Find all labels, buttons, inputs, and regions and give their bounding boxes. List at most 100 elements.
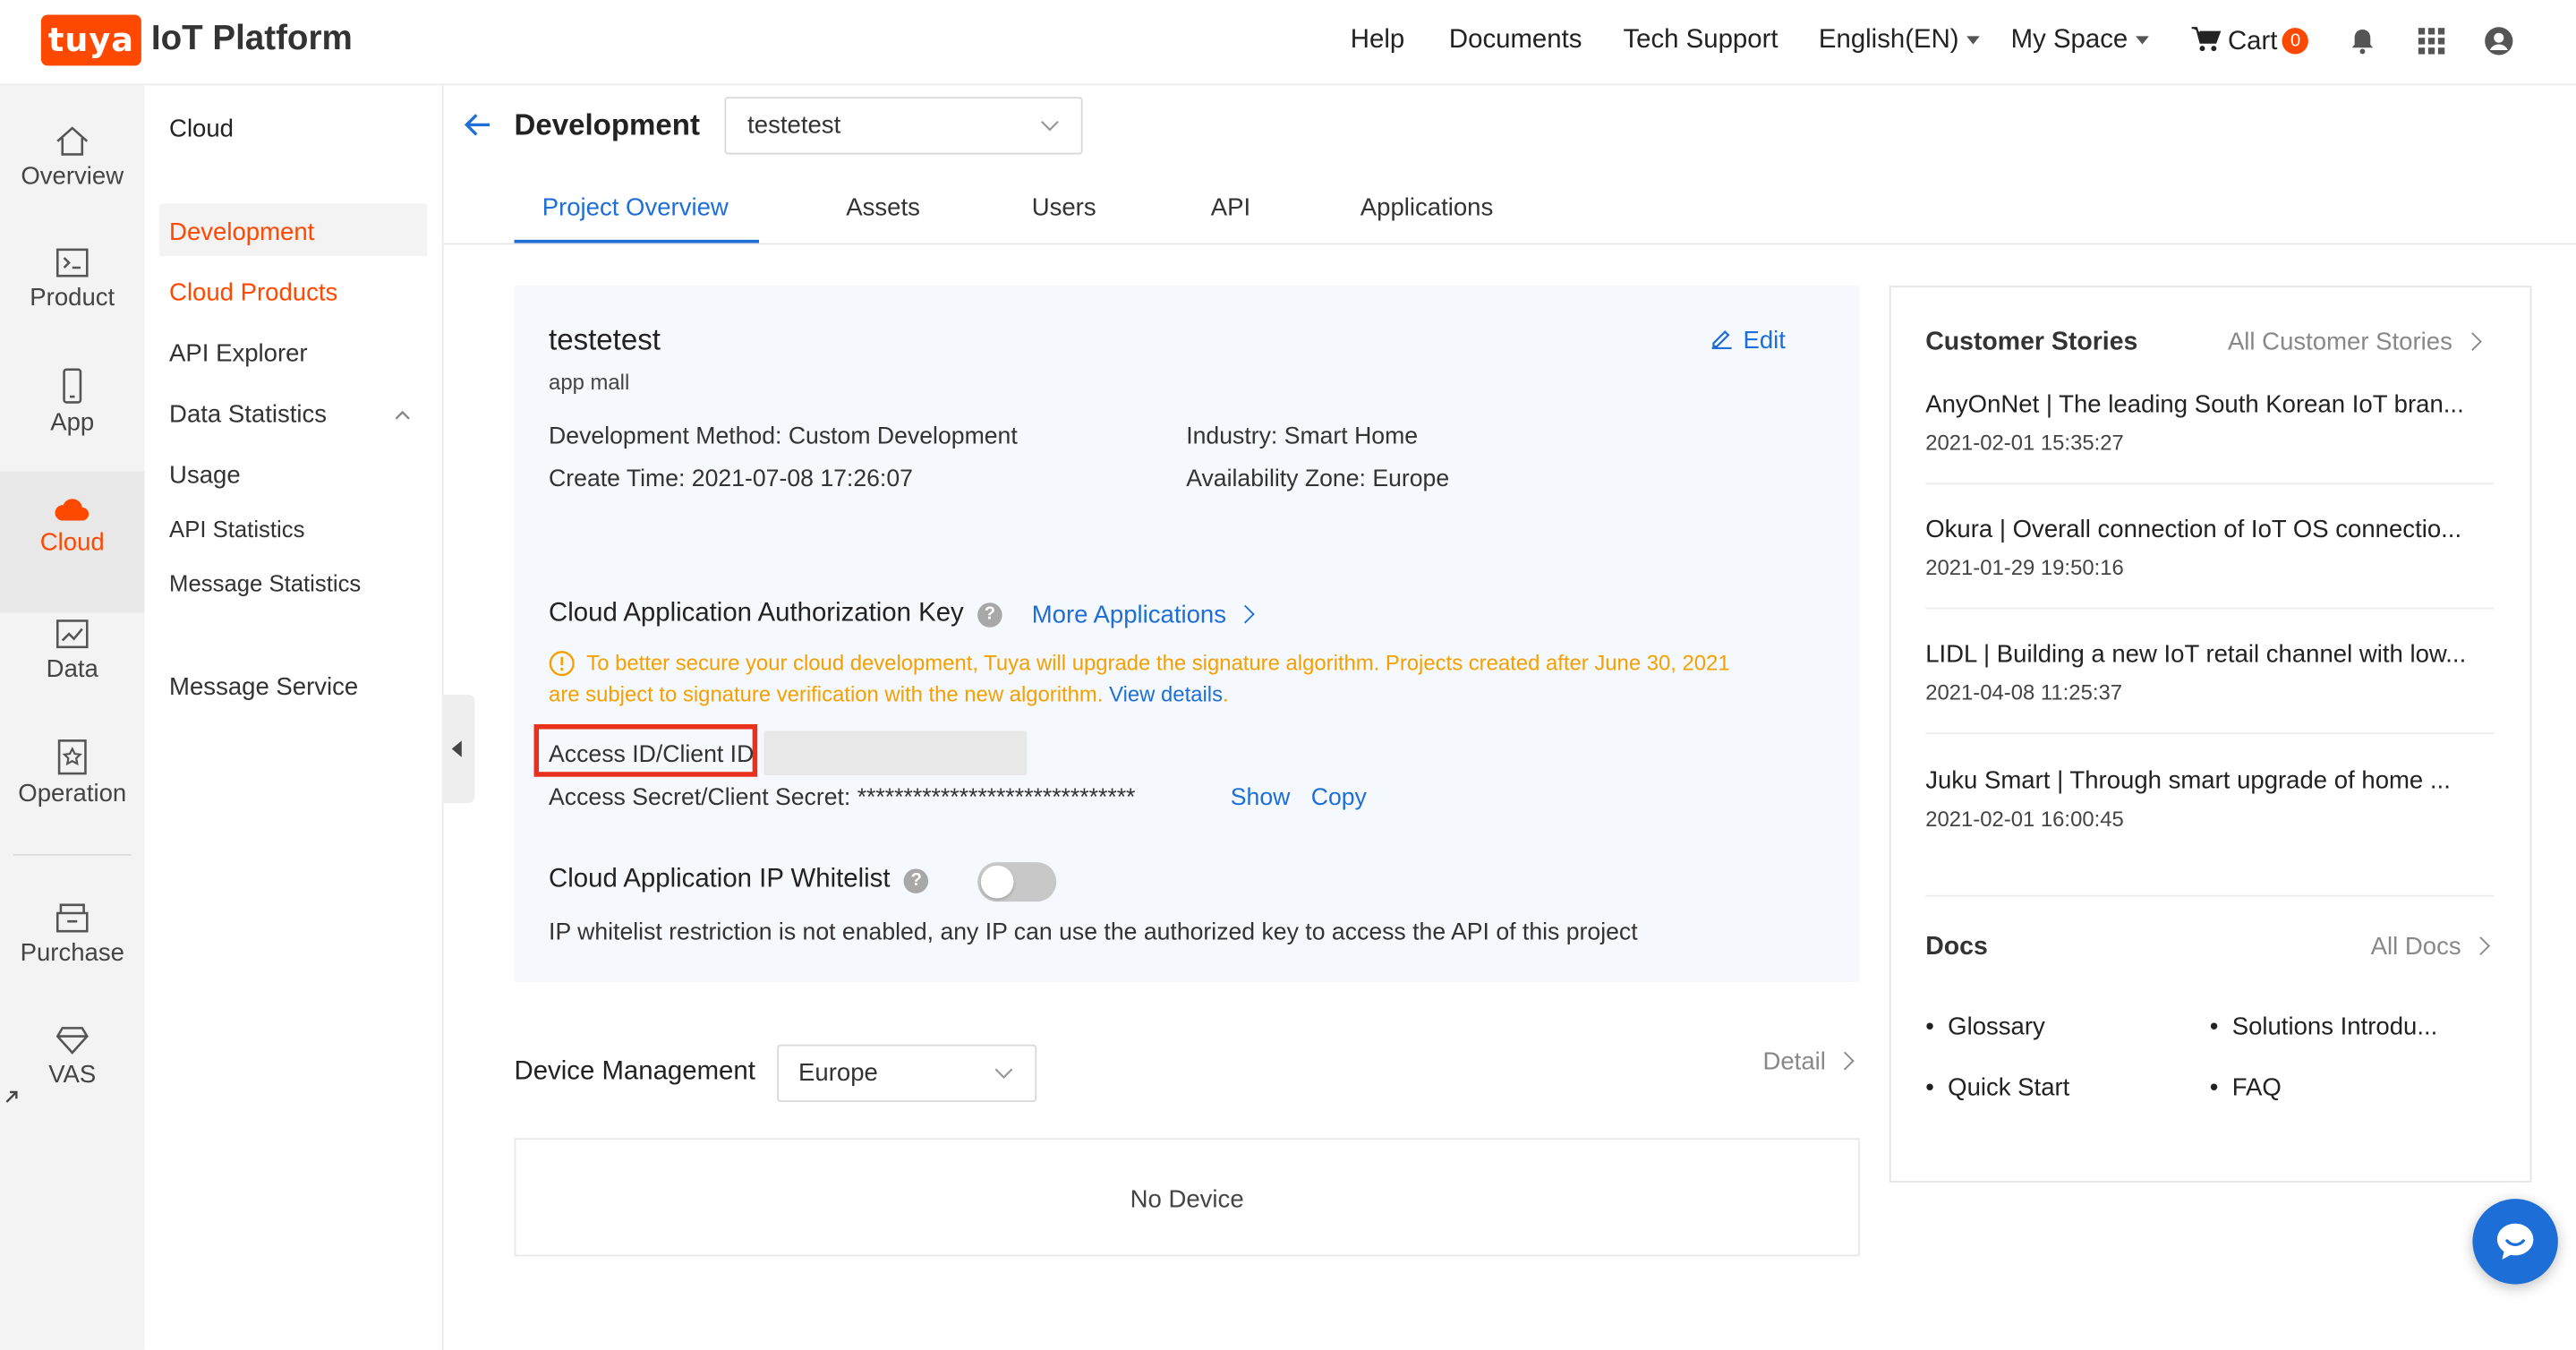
cart-link[interactable]: Cart 0 bbox=[2191, 26, 2309, 57]
access-id-masked-value bbox=[763, 731, 1028, 775]
my-space-label: My Space bbox=[2010, 26, 2128, 55]
story-title[interactable]: Okura | Overall connection of IoT OS con… bbox=[1925, 516, 2492, 543]
story-title[interactable]: Juku Smart | Through smart upgrade of ho… bbox=[1925, 767, 2492, 795]
project-select[interactable]: testetest bbox=[724, 97, 1083, 155]
tab-users[interactable]: Users bbox=[1032, 193, 1096, 221]
project-name: testetest bbox=[549, 323, 661, 357]
device-list: No Device bbox=[514, 1138, 1860, 1257]
warning-line-2: are subject to signature verification wi… bbox=[549, 681, 1229, 706]
nav-purchase[interactable]: Purchase bbox=[0, 901, 145, 1020]
nav-app[interactable]: App bbox=[0, 368, 145, 486]
device-detail-label: Detail bbox=[1762, 1047, 1826, 1076]
nav-cloud-label: Cloud bbox=[39, 528, 105, 557]
sidebar-item-api-explorer[interactable]: API Explorer bbox=[169, 340, 308, 368]
cloud-icon bbox=[55, 499, 90, 521]
nav-overview[interactable]: Overview bbox=[0, 124, 145, 243]
help-link[interactable]: Help bbox=[1351, 26, 1404, 56]
nav-cloud[interactable]: Cloud bbox=[0, 471, 145, 613]
nav-operation[interactable]: Operation bbox=[0, 739, 145, 858]
doc-link-label: Quick Start bbox=[1948, 1073, 2070, 1102]
doc-link-label: FAQ bbox=[2231, 1073, 2282, 1102]
documents-link[interactable]: Documents bbox=[1449, 26, 1582, 56]
region-select[interactable]: Europe bbox=[777, 1044, 1037, 1102]
story-divider bbox=[1925, 732, 2495, 735]
nav-product[interactable]: Product bbox=[0, 246, 145, 364]
empty-device-message: No Device bbox=[1130, 1185, 1244, 1214]
tab-assets[interactable]: Assets bbox=[846, 193, 920, 221]
help-icon[interactable]: ? bbox=[904, 868, 929, 893]
tab-api[interactable]: API bbox=[1211, 193, 1250, 221]
all-customer-stories-link[interactable]: All Customer Stories bbox=[2227, 328, 2482, 357]
nav-data-label: Data bbox=[46, 654, 98, 684]
tab-applications[interactable]: Applications bbox=[1361, 193, 1493, 221]
docs-title: Docs bbox=[1925, 932, 1988, 961]
tuya-logo[interactable]: tuya bbox=[40, 14, 141, 66]
sidebar-item-message-statistics[interactable]: Message Statistics bbox=[169, 570, 361, 596]
help-icon[interactable]: ? bbox=[977, 602, 1002, 628]
ip-whitelist-title: Cloud Application IP Whitelist ? bbox=[549, 865, 929, 895]
story-divider bbox=[1925, 483, 2495, 485]
doc-link-label: Solutions Introdu... bbox=[2231, 1012, 2438, 1042]
doc-link-quick-start[interactable]: • Quick Start bbox=[1925, 1074, 2069, 1102]
story-title[interactable]: AnyOnNet | The leading South Korean IoT … bbox=[1925, 391, 2492, 419]
sidebar-item-api-statistics[interactable]: API Statistics bbox=[169, 516, 304, 542]
edit-label: Edit bbox=[1743, 327, 1786, 355]
doc-link-solutions[interactable]: • Solutions Introdu... bbox=[2210, 1013, 2438, 1041]
doc-link-faq[interactable]: • FAQ bbox=[2210, 1074, 2282, 1102]
pencil-icon bbox=[1711, 330, 1732, 350]
my-space-dropdown[interactable]: My Space bbox=[2010, 26, 2150, 56]
chevron-right-icon bbox=[2462, 332, 2482, 351]
access-id-label: Access ID/Client ID bbox=[549, 742, 755, 769]
region-select-value: Europe bbox=[798, 1059, 878, 1088]
bell-icon[interactable] bbox=[2348, 26, 2377, 56]
active-tab-indicator bbox=[514, 239, 760, 244]
nav-operation-label: Operation bbox=[18, 780, 127, 808]
apps-grid-icon[interactable] bbox=[2417, 26, 2446, 56]
access-secret-label: Access Secret/Client Secret: ***********… bbox=[549, 784, 1136, 812]
view-details-link[interactable]: View details bbox=[1109, 681, 1223, 706]
all-customer-stories-label: All Customer Stories bbox=[2227, 328, 2452, 357]
sidebar-item-development[interactable]: Development bbox=[169, 218, 314, 246]
all-docs-link[interactable]: All Docs bbox=[2371, 933, 2491, 961]
ip-whitelist-toggle[interactable] bbox=[977, 862, 1057, 902]
device-management-title: Device Management bbox=[514, 1057, 755, 1086]
nav-data[interactable]: Data bbox=[0, 618, 145, 736]
project-subtitle: app mall bbox=[549, 369, 630, 395]
data-statistics-label: Data Statistics bbox=[169, 400, 328, 429]
tabs-divider bbox=[443, 243, 2576, 245]
sidebar-collapse-toggle[interactable] bbox=[441, 694, 475, 804]
tab-project-overview[interactable]: Project Overview bbox=[542, 193, 729, 221]
caret-down-icon bbox=[1966, 36, 1981, 46]
more-applications-link[interactable]: More Applications bbox=[1032, 601, 1256, 629]
copy-secret-button[interactable]: Copy bbox=[1311, 785, 1367, 811]
chevron-up-icon[interactable] bbox=[395, 409, 411, 421]
device-detail-link[interactable]: Detail bbox=[1762, 1047, 1855, 1076]
chat-support-button[interactable] bbox=[2472, 1199, 2558, 1285]
external-link-icon bbox=[5, 1090, 18, 1103]
back-arrow-icon[interactable] bbox=[464, 110, 493, 140]
chevron-down-icon bbox=[1040, 120, 1059, 132]
doc-link-glossary[interactable]: • Glossary bbox=[1925, 1013, 2045, 1041]
sidebar-section-title: Cloud bbox=[169, 115, 235, 143]
cart-icon bbox=[2191, 27, 2222, 52]
sidebar-item-data-statistics[interactable]: Data Statistics bbox=[169, 401, 327, 429]
story-title[interactable]: LIDL | Building a new IoT retail channel… bbox=[1925, 640, 2492, 668]
edit-project-button[interactable]: Edit bbox=[1710, 327, 1786, 355]
sidebar-item-usage[interactable]: Usage bbox=[169, 461, 241, 489]
story-divider bbox=[1925, 607, 2495, 610]
section-divider bbox=[1925, 894, 2495, 897]
main-nav-rail: Overview Product App Cloud Data Operatio… bbox=[0, 85, 145, 1350]
star-badge-icon bbox=[57, 739, 87, 775]
story-date: 2021-01-29 19:50:16 bbox=[1925, 555, 2124, 580]
user-avatar-icon[interactable] bbox=[2484, 26, 2513, 56]
tech-support-link[interactable]: Tech Support bbox=[1623, 26, 1778, 56]
ip-whitelist-title-text: Cloud Application IP Whitelist bbox=[549, 865, 891, 893]
sidebar-item-message-service[interactable]: Message Service bbox=[169, 673, 358, 701]
language-dropdown[interactable]: English(EN) bbox=[1819, 26, 1981, 56]
nav-purchase-label: Purchase bbox=[20, 939, 124, 968]
doc-link-label: Glossary bbox=[1948, 1012, 2045, 1042]
nav-vas[interactable]: VAS bbox=[0, 1023, 145, 1141]
caret-left-icon bbox=[451, 740, 462, 757]
show-secret-button[interactable]: Show bbox=[1231, 785, 1291, 811]
sidebar-item-cloud-products[interactable]: Cloud Products bbox=[169, 279, 337, 307]
